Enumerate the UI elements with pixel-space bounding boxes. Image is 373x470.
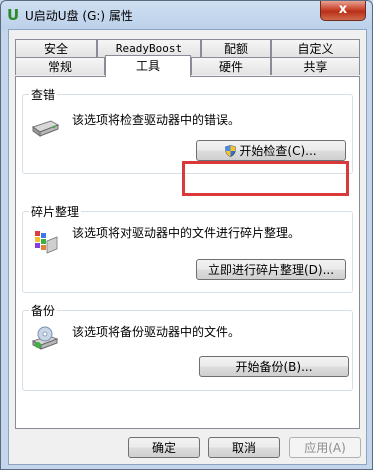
- button-label: 取消: [231, 441, 256, 455]
- properties-window: U U启动U盘 (G:) 属性 x 安全 ReadyBoost 配额 自定义 常…: [0, 0, 373, 470]
- button-label: 应用(A): [304, 441, 346, 455]
- tab-label: 自定义: [297, 42, 334, 56]
- tab-hardware[interactable]: 硬件: [191, 57, 271, 75]
- tab-customize[interactable]: 自定义: [271, 39, 360, 57]
- tools-panel: 查错 该选项将检查驱动器中的错误。 开始检查(C)... 碎片整理 该选项将对驱…: [15, 76, 360, 429]
- tab-sharing[interactable]: 共享: [271, 57, 360, 75]
- cancel-button[interactable]: 取消: [208, 437, 280, 458]
- dialog-client: 安全 ReadyBoost 配额 自定义 常规 工具 硬件 共享 查错 该选项将…: [8, 29, 367, 465]
- backup-group: 备份 该选项将备份驱动器中的文件。 开始备份(B)...: [22, 302, 353, 391]
- group-description: 该选项将检查驱动器中的错误。: [72, 113, 241, 127]
- group-title: 备份: [29, 302, 58, 319]
- button-label: 开始检查(C)...: [239, 144, 317, 158]
- tab-security[interactable]: 安全: [15, 39, 97, 57]
- tab-label: 配额: [223, 42, 248, 56]
- tab-general[interactable]: 常规: [15, 57, 105, 75]
- group-title: 碎片整理: [29, 203, 82, 220]
- defrag-now-button[interactable]: 立即进行碎片整理(D)...: [196, 259, 346, 280]
- tab-label: 硬件: [218, 60, 243, 74]
- title-bar[interactable]: U U启动U盘 (G:) 属性 x: [1, 1, 372, 29]
- tab-label: ReadyBoost: [115, 42, 183, 55]
- tab-label: 共享: [303, 60, 328, 74]
- tab-tools[interactable]: 工具: [105, 55, 191, 77]
- apply-button[interactable]: 应用(A): [289, 437, 361, 458]
- group-description: 该选项将对驱动器中的文件进行碎片整理。: [72, 226, 301, 240]
- tab-quota[interactable]: 配额: [201, 39, 271, 57]
- window-title: U启动U盘 (G:) 属性: [25, 9, 133, 23]
- close-icon: x: [338, 2, 348, 17]
- drive-check-icon: [31, 120, 59, 137]
- group-title: 查错: [29, 86, 58, 103]
- button-label: 确定: [151, 441, 176, 455]
- tab-label: 常规: [47, 60, 72, 74]
- start-backup-button[interactable]: 开始备份(B)...: [199, 356, 349, 377]
- defrag-group: 碎片整理 该选项将对驱动器中的文件进行碎片整理。 立即进行碎片整理(D)...: [22, 203, 353, 293]
- ok-button[interactable]: 确定: [128, 437, 200, 458]
- highlight-box: [182, 161, 349, 196]
- defrag-icon: [35, 231, 58, 254]
- group-description: 该选项将备份驱动器中的文件。: [72, 325, 241, 339]
- start-check-button[interactable]: 开始检查(C)...: [196, 140, 346, 161]
- uac-shield-icon: [225, 145, 237, 157]
- u-logo-icon: U: [7, 6, 20, 24]
- backup-icon: [31, 326, 59, 350]
- close-button[interactable]: x: [320, 1, 366, 21]
- button-label: 立即进行碎片整理(D)...: [207, 263, 335, 277]
- tab-label: 工具: [135, 59, 160, 73]
- tab-label: 安全: [43, 42, 68, 56]
- button-label: 开始备份(B)...: [235, 360, 313, 374]
